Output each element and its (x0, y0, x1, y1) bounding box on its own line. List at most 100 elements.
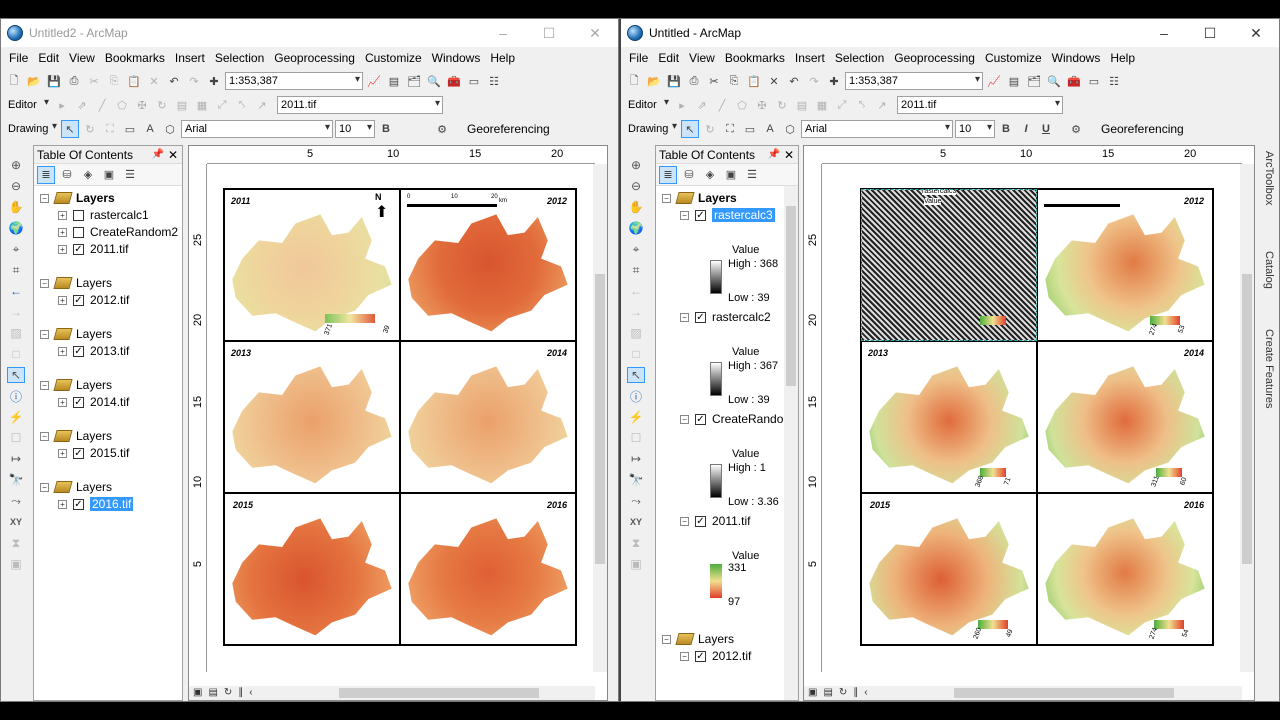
add-data-icon[interactable]: ✚ (205, 72, 223, 90)
identify-icon[interactable]: ⓘ (7, 388, 25, 404)
toc-group[interactable]: − Layers (40, 429, 112, 443)
catalog-search-icon[interactable]: ⚙ (433, 120, 451, 138)
editor-toolbar-icon[interactable]: 📈 (985, 72, 1003, 90)
vertical-scrollbar[interactable] (1240, 164, 1254, 672)
find-route-icon[interactable]: ⤳ (627, 493, 645, 509)
layout-view-icon[interactable]: ▤ (823, 687, 832, 698)
toc-layer-2013[interactable]: + ✓ 2013.tif (58, 344, 129, 358)
new-document-icon[interactable]: 🗋 (5, 72, 23, 90)
side-tab-create-features[interactable]: Create Features (1263, 329, 1275, 408)
pan-icon[interactable]: ✋ (627, 199, 645, 215)
toc-layer-2015[interactable]: + ✓ 2015.tif (58, 446, 129, 460)
toc-group[interactable]: − Layers (40, 191, 115, 205)
editor-menu[interactable]: Editor (5, 96, 51, 114)
model-builder-icon[interactable]: ☷ (1105, 72, 1123, 90)
map-frame-2011[interactable]: 2011 371 39 N ⬆ (224, 189, 400, 341)
map-frame-2013[interactable]: 2013 368 71 (861, 341, 1037, 493)
python-window-icon[interactable]: ▭ (1085, 72, 1103, 90)
map-frame-rastercalc3-selected[interactable]: rastercalc3 Value (861, 189, 1037, 341)
georef-scale-icon[interactable]: ⤣ (233, 96, 251, 114)
bold-button[interactable]: B (377, 120, 395, 138)
zoom-in-icon[interactable]: ⊕ (627, 157, 645, 173)
scroll-thumb[interactable] (339, 688, 539, 698)
attributes-icon[interactable]: ▤ (793, 96, 811, 114)
pin-icon[interactable]: 📌 (152, 149, 164, 160)
bold-button[interactable]: B (997, 120, 1015, 138)
menu-edit[interactable]: Edit (656, 51, 687, 65)
print-icon[interactable]: ⎙ (65, 72, 83, 90)
fixed-zoom-in-icon[interactable]: ⌖ (7, 241, 25, 257)
time-slider-icon[interactable]: ⧗ (627, 535, 645, 551)
rotate-tool-icon[interactable]: ↻ (153, 96, 171, 114)
table-window-icon[interactable]: ▤ (385, 72, 403, 90)
hyperlink-icon[interactable]: ⚡ (7, 409, 25, 425)
collapse-icon[interactable]: − (662, 193, 671, 203)
edit-annotation-icon[interactable]: ⇗ (73, 96, 91, 114)
list-by-selection-icon[interactable]: ▣ (100, 166, 118, 184)
zoom-whole-page-icon[interactable]: ⛶ (721, 120, 739, 138)
menu-selection[interactable]: Selection (833, 51, 892, 65)
collapse-icon[interactable]: − (40, 329, 49, 339)
select-elements-tool-icon[interactable]: ↖ (627, 367, 645, 383)
zoom-whole-page-icon[interactable]: ⛶ (101, 120, 119, 138)
menu-edit[interactable]: Edit (36, 51, 67, 65)
drawing-menu[interactable]: Drawing (5, 120, 59, 138)
toolbox-icon[interactable]: 🧰 (1065, 72, 1083, 90)
layout-view[interactable]: 5 10 15 20 25 20 15 10 5 rastercalc3 Val… (803, 145, 1255, 701)
font-size-combo[interactable]: 10 (955, 120, 995, 138)
toc-group[interactable]: − Layers (40, 327, 112, 341)
georeferencing-menu[interactable]: Georeferencing (1099, 122, 1186, 136)
vertical-scrollbar[interactable] (593, 164, 607, 672)
drawing-menu[interactable]: Drawing (625, 120, 679, 138)
toc-scrollbar[interactable] (784, 186, 798, 700)
fixed-zoom-out-icon[interactable]: ⌗ (627, 262, 645, 278)
edit-vertices-icon[interactable]: ⬡ (161, 120, 179, 138)
go-to-xy-icon[interactable]: XY (7, 514, 25, 530)
undo-icon[interactable]: ↶ (165, 72, 183, 90)
scroll-left-icon[interactable]: ‹ (249, 687, 252, 698)
toc-layer-createrandom2[interactable]: + CreateRandom2 (58, 225, 178, 239)
full-extent-icon[interactable]: 🌍 (627, 220, 645, 236)
editor-toolbar-icon[interactable]: 📈 (365, 72, 383, 90)
paste-icon[interactable]: 📋 (125, 72, 143, 90)
add-data-icon[interactable]: ✚ (825, 72, 843, 90)
toc-close-icon[interactable]: ✕ (784, 148, 794, 162)
edit-annotation-icon[interactable]: ⇗ (693, 96, 711, 114)
cut-icon[interactable]: ✂ (705, 72, 723, 90)
layer-checkbox[interactable]: ✓ (73, 447, 84, 459)
python-window-icon[interactable]: ▭ (465, 72, 483, 90)
toc-group[interactable]: − Layers (40, 480, 112, 494)
menu-file[interactable]: File (627, 51, 656, 65)
collapse-icon[interactable]: − (40, 380, 49, 390)
html-popup-icon[interactable]: ☐ (7, 430, 25, 446)
zoom-in-icon[interactable]: ⊕ (7, 157, 25, 173)
fixed-zoom-in-icon[interactable]: ⌖ (627, 241, 645, 257)
polygon-edit-icon[interactable]: ⬠ (733, 96, 751, 114)
toc-group[interactable]: − Layers (662, 191, 737, 205)
list-by-visibility-icon[interactable]: ◈ (701, 166, 719, 184)
map-frame-2016[interactable]: 2016 274 54 (1037, 493, 1213, 645)
map-frame-2012[interactable]: 2012 0 10 20 km (400, 189, 576, 341)
edit-tool-icon[interactable]: ▸ (673, 96, 691, 114)
menu-selection[interactable]: Selection (213, 51, 272, 65)
search-window-icon[interactable]: 🔍 (1045, 72, 1063, 90)
font-combo[interactable]: Arial (801, 120, 953, 138)
collapse-icon[interactable]: − (680, 414, 689, 424)
toc-layer-2014[interactable]: + ✓ 2014.tif (58, 395, 129, 409)
identify-icon[interactable]: ⓘ (627, 388, 645, 404)
measure-icon[interactable]: ↦ (627, 451, 645, 467)
save-icon[interactable]: 💾 (665, 72, 683, 90)
toc-layer-2012[interactable]: + ✓ 2012.tif (58, 293, 129, 307)
undo-icon[interactable]: ↶ (785, 72, 803, 90)
find-icon[interactable]: 🔭 (627, 472, 645, 488)
expand-icon[interactable]: + (58, 295, 67, 305)
toc-layer-rastercalc2[interactable]: − ✓ rastercalc2 (680, 310, 771, 324)
layer-checkbox[interactable]: ✓ (73, 294, 84, 306)
data-view-icon[interactable]: ▣ (808, 687, 817, 698)
refresh-icon[interactable]: ↻ (224, 687, 232, 698)
pause-drawing-icon[interactable]: ∥ (853, 687, 858, 698)
zoom-out-icon[interactable]: ⊖ (627, 178, 645, 194)
polygon-edit-icon[interactable]: ⬠ (113, 96, 131, 114)
edit-tool-icon[interactable]: ▸ (53, 96, 71, 114)
create-viewer-icon[interactable]: ▣ (627, 556, 645, 572)
